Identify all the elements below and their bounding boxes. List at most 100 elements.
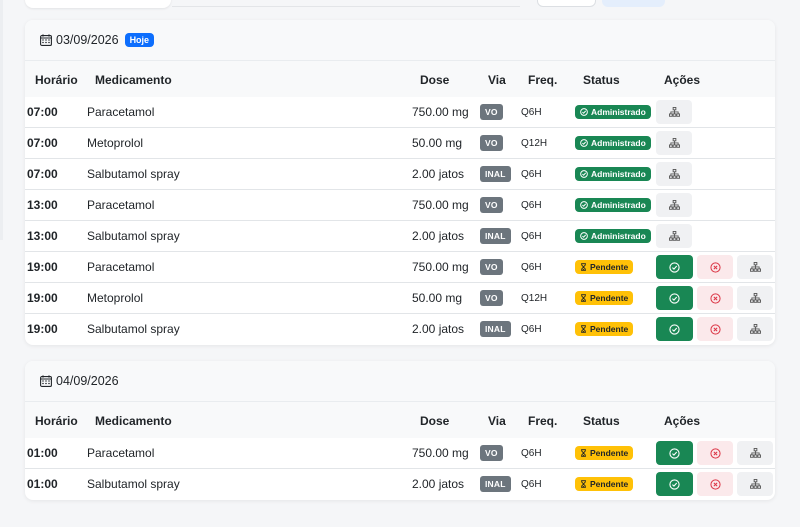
table-row: 19:00 Salbutamol spray 2.00 jatos INAL Q6H Pe…	[25, 314, 775, 345]
status-label: Administrado	[591, 138, 646, 148]
check-circle-icon	[580, 232, 588, 240]
row-medication: Salbutamol spray	[87, 167, 180, 181]
status-badge: Administrado	[575, 167, 651, 181]
row-frequency: Q6H	[521, 199, 542, 211]
administer-button[interactable]	[656, 472, 693, 496]
table-header: Horário Medicamento Dose Via Freq. Status Açõe…	[25, 402, 775, 438]
calendar-icon	[40, 34, 52, 46]
hourglass-icon	[580, 294, 587, 302]
diagram-icon	[668, 169, 680, 179]
header-medication: Medicamento	[95, 73, 172, 87]
row-dose: 2.00 jatos	[412, 477, 465, 491]
check-circle-icon	[669, 261, 680, 273]
left-edge-panel	[0, 0, 3, 240]
history-button[interactable]	[737, 255, 773, 279]
route-badge: VO	[480, 259, 503, 275]
row-medication: Paracetamol	[87, 198, 155, 212]
cancel-dose-button[interactable]	[697, 317, 733, 341]
administer-button[interactable]	[656, 317, 693, 341]
status-badge: Administrado	[575, 105, 651, 119]
diagram-icon	[668, 138, 680, 148]
status-badge: Administrado	[575, 198, 651, 212]
row-dose: 2.00 jatos	[412, 322, 465, 336]
diagram-icon	[749, 262, 761, 272]
route-badge: VO	[480, 290, 503, 306]
status-label: Pendente	[590, 293, 629, 303]
check-circle-icon	[669, 478, 680, 490]
day-card: 03/09/2026 Hoje Horário Medicamento Dose Via F…	[25, 20, 775, 345]
day-card-header: 03/09/2026 Hoje	[25, 20, 775, 61]
status-badge: Administrado	[575, 229, 651, 243]
history-button[interactable]	[737, 286, 773, 310]
row-time: 19:00	[27, 322, 58, 336]
row-time: 07:00	[27, 105, 58, 119]
calendar-icon	[40, 375, 52, 387]
row-frequency: Q6H	[521, 106, 542, 118]
row-time: 13:00	[27, 229, 58, 243]
status-label: Administrado	[591, 169, 646, 179]
row-medication: Salbutamol spray	[87, 229, 180, 243]
status-badge: Pendente	[575, 291, 634, 305]
top-divider	[172, 6, 520, 7]
top-button-remnant[interactable]	[537, 0, 596, 7]
header-actions: Ações	[664, 414, 701, 428]
row-dose: 750.00 mg	[412, 105, 469, 119]
table-row: 13:00 Paracetamol 750.00 mg VO Q6H Administra…	[25, 190, 775, 221]
cancel-dose-button[interactable]	[697, 441, 733, 465]
route-badge: INAL	[480, 166, 511, 182]
cancel-dose-button[interactable]	[697, 472, 733, 496]
history-button[interactable]	[656, 131, 692, 155]
top-button-primary-remnant[interactable]	[602, 0, 665, 7]
row-dose: 750.00 mg	[412, 198, 469, 212]
header-route: Via	[488, 73, 506, 87]
status-badge: Pendente	[575, 260, 634, 274]
row-frequency: Q6H	[521, 230, 542, 242]
status-label: Pendente	[590, 262, 629, 272]
row-medication: Paracetamol	[87, 446, 155, 460]
status-label: Pendente	[590, 448, 629, 458]
header-actions: Ações	[664, 73, 701, 87]
status-label: Administrado	[591, 200, 646, 210]
row-medication: Paracetamol	[87, 260, 155, 274]
diagram-icon	[749, 324, 761, 334]
top-toolbar-remnant	[0, 0, 800, 10]
header-status: Status	[583, 414, 620, 428]
administer-button[interactable]	[656, 255, 693, 279]
row-frequency: Q12H	[521, 292, 548, 304]
row-medication: Metoprolol	[87, 291, 144, 305]
cancel-dose-button[interactable]	[697, 286, 733, 310]
diagram-icon	[668, 107, 680, 117]
header-time: Horário	[35, 73, 78, 87]
table-row: 19:00 Metoprolol 50.00 mg VO Q12H Pendente	[25, 283, 775, 314]
history-button[interactable]	[737, 441, 773, 465]
header-medication: Medicamento	[95, 414, 172, 428]
hourglass-icon	[580, 480, 587, 488]
administer-button[interactable]	[656, 441, 693, 465]
history-button[interactable]	[737, 317, 773, 341]
row-medication: Salbutamol spray	[87, 322, 180, 336]
route-badge: INAL	[480, 321, 511, 337]
history-button[interactable]	[656, 193, 692, 217]
hourglass-icon	[580, 263, 587, 271]
history-button[interactable]	[737, 472, 773, 496]
row-time: 01:00	[27, 477, 58, 491]
table-header: Horário Medicamento Dose Via Freq. Status Açõe…	[25, 61, 775, 97]
row-frequency: Q6H	[521, 447, 542, 459]
day-card: 04/09/2026 Horário Medicamento Dose Via Freq.…	[25, 361, 775, 500]
row-frequency: Q12H	[521, 137, 548, 149]
row-dose: 50.00 mg	[412, 136, 463, 150]
history-button[interactable]	[656, 100, 692, 124]
check-circle-icon	[669, 447, 680, 459]
day-card-header: 04/09/2026	[25, 361, 775, 402]
check-circle-icon	[580, 108, 588, 116]
diagram-icon	[668, 200, 680, 210]
history-button[interactable]	[656, 162, 692, 186]
hourglass-icon	[580, 325, 587, 333]
status-label: Administrado	[591, 107, 646, 117]
administer-button[interactable]	[656, 286, 693, 310]
table-row: 13:00 Salbutamol spray 2.00 jatos INAL Q6H Ad…	[25, 221, 775, 252]
route-badge: INAL	[480, 476, 511, 492]
diagram-icon	[749, 479, 761, 489]
history-button[interactable]	[656, 224, 692, 248]
cancel-dose-button[interactable]	[697, 255, 733, 279]
